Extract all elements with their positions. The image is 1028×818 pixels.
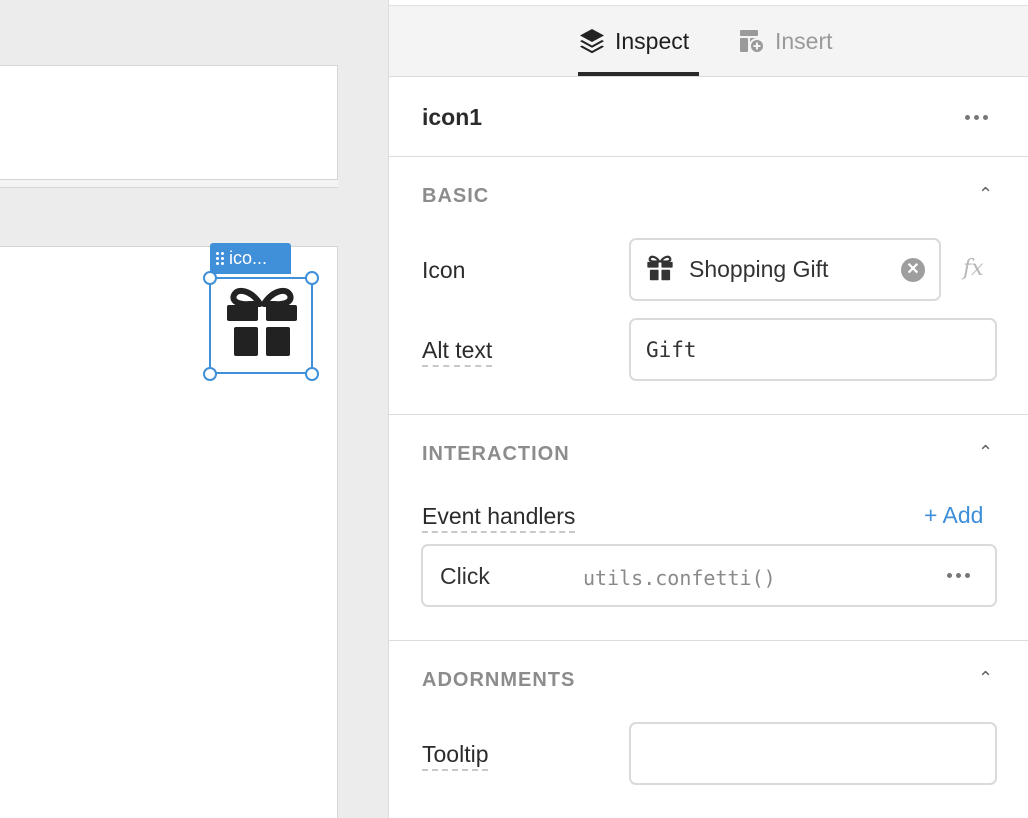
- alt-text-value: Gift: [646, 338, 697, 362]
- icon-select-value: Shopping Gift: [689, 256, 829, 282]
- component-more-icon[interactable]: [965, 115, 988, 120]
- add-event-handler-button[interactable]: + Add: [924, 502, 983, 529]
- tab-inspect[interactable]: Inspect: [578, 6, 689, 76]
- component-header: icon1: [389, 78, 1028, 157]
- icon-label: Icon: [422, 257, 466, 283]
- container-footer: [0, 180, 338, 188]
- alt-text-label[interactable]: Alt text: [422, 337, 493, 367]
- tooltip-label[interactable]: Tooltip: [422, 741, 489, 771]
- chevron-up-icon[interactable]: ⌃: [978, 442, 993, 463]
- editor-canvas[interactable]: ico...: [0, 0, 388, 818]
- handler-more-icon[interactable]: [947, 573, 970, 578]
- event-handlers-label[interactable]: Event handlers: [422, 503, 576, 533]
- gift-icon[interactable]: [226, 287, 298, 357]
- section-divider: [389, 640, 1028, 641]
- panel-tabs: Inspect Insert: [389, 6, 1028, 77]
- section-interaction-title[interactable]: INTERACTION: [422, 443, 570, 466]
- event-handler-row[interactable]: Click utils.confetti(): [421, 544, 997, 607]
- gift-icon: [647, 255, 673, 281]
- selection-tag[interactable]: ico...: [210, 243, 291, 274]
- component-name[interactable]: icon1: [422, 104, 482, 131]
- section-basic-title[interactable]: BASIC: [422, 185, 489, 208]
- fx-toggle-icon[interactable]: fx: [963, 256, 984, 281]
- clear-icon[interactable]: ✕: [901, 258, 925, 282]
- alt-text-input[interactable]: Gift: [629, 318, 997, 381]
- selection-tag-label: ico...: [229, 248, 268, 268]
- tab-insert[interactable]: Insert: [738, 6, 833, 76]
- tooltip-input[interactable]: [629, 722, 997, 785]
- inspector-panel: Inspect Insert icon1 BASIC ⌃ Icon Shoppi…: [388, 0, 1028, 818]
- canvas-container-top[interactable]: [0, 65, 338, 180]
- resize-handle-top-right[interactable]: [305, 271, 319, 285]
- drag-handle-icon[interactable]: [216, 252, 224, 265]
- resize-handle-bottom-left[interactable]: [203, 367, 217, 381]
- event-handler-event: Click: [440, 563, 490, 589]
- tab-insert-label: Insert: [775, 27, 833, 54]
- chevron-up-icon[interactable]: ⌃: [978, 184, 993, 205]
- active-tab-indicator: [578, 72, 699, 76]
- resize-handle-bottom-right[interactable]: [305, 367, 319, 381]
- section-adornments-title[interactable]: ADORNMENTS: [422, 669, 575, 692]
- layers-icon: [580, 29, 604, 54]
- chevron-up-icon[interactable]: ⌃: [978, 668, 993, 689]
- section-divider: [389, 414, 1028, 415]
- icon-select-field[interactable]: Shopping Gift ✕: [629, 238, 941, 301]
- resize-handle-top-left[interactable]: [203, 271, 217, 285]
- tab-inspect-label: Inspect: [615, 27, 690, 54]
- insert-component-icon: [740, 30, 765, 54]
- event-handler-action: utils.confetti(): [583, 566, 776, 590]
